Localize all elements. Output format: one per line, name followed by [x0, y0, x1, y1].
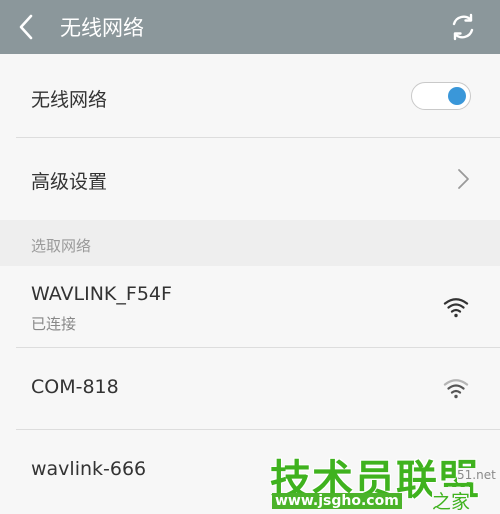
- select-network-label: 选取网络: [31, 237, 92, 255]
- refresh-icon: [452, 13, 474, 41]
- refresh-button[interactable]: [446, 10, 480, 44]
- network-item-com-818[interactable]: COM-818: [0, 348, 500, 429]
- network-name: COM-818: [31, 376, 119, 398]
- chevron-right-icon: [458, 169, 469, 189]
- wifi-signal-icon: [443, 298, 469, 318]
- network-item-wavlink-666[interactable]: wavlink-666: [0, 430, 500, 512]
- wifi-toggle-row[interactable]: 无线网络: [0, 54, 500, 138]
- wifi-toggle-switch[interactable]: [411, 82, 471, 110]
- title-bar: 无线网络: [0, 0, 500, 54]
- network-status: 已连接: [31, 315, 77, 333]
- back-arrow-icon: [19, 14, 33, 40]
- advanced-settings-label: 高级设置: [31, 171, 108, 193]
- page-title: 无线网络: [60, 16, 144, 40]
- wifi-signal-icon: [443, 379, 469, 399]
- network-name: wavlink-666: [31, 458, 147, 480]
- advanced-settings-row[interactable]: 高级设置: [0, 138, 500, 220]
- back-button[interactable]: [0, 0, 52, 54]
- wifi-label: 无线网络: [31, 89, 108, 111]
- network-item-wavlink-f54f[interactable]: WAVLINK_F54F 已连接: [0, 266, 500, 347]
- network-name: WAVLINK_F54F: [31, 283, 172, 305]
- section-header: 选取网络: [0, 220, 500, 266]
- toggle-knob: [448, 87, 466, 105]
